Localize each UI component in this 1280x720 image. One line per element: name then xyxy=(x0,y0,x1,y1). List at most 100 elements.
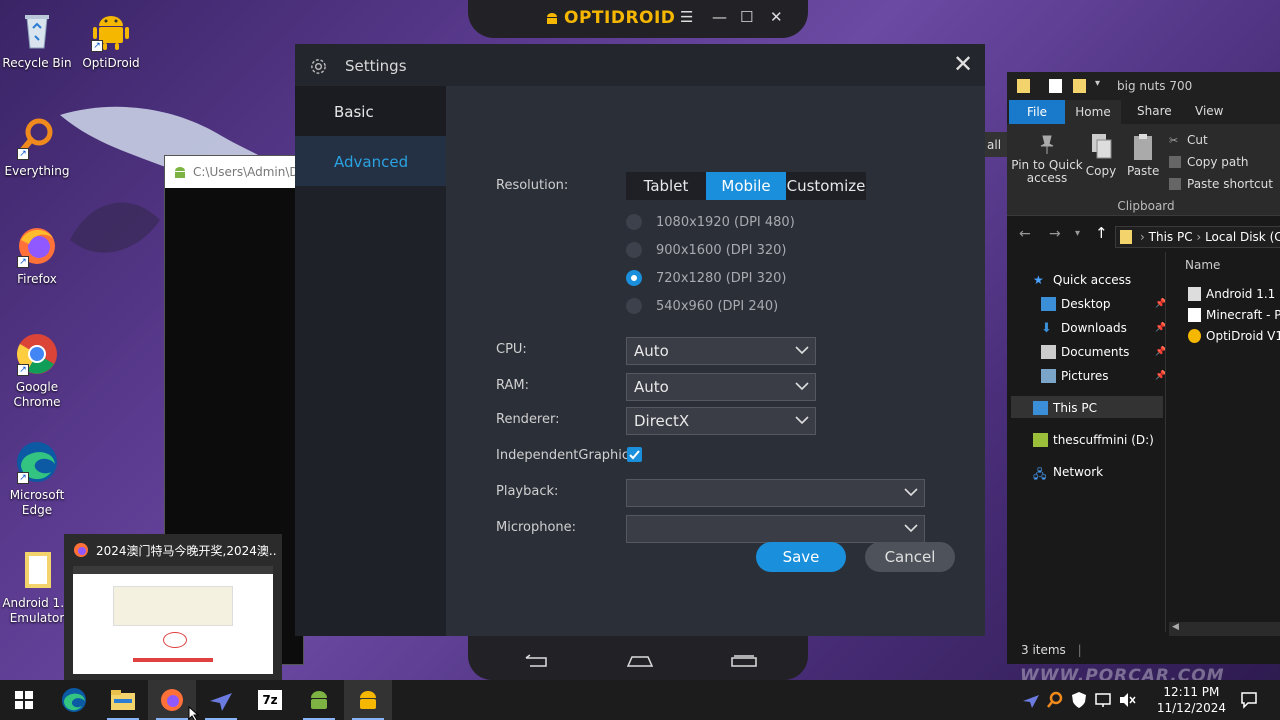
breadcrumb-local-disk[interactable]: Local Disk (C xyxy=(1205,230,1280,244)
forward-arrow-icon[interactable]: → xyxy=(1049,226,1061,242)
taskbar-android-emulator[interactable] xyxy=(295,680,343,720)
back-arrow-icon[interactable]: ← xyxy=(1019,226,1031,242)
maximize-icon[interactable]: ☐ xyxy=(740,8,753,26)
tab-file[interactable]: File xyxy=(1009,100,1065,124)
nav-drive-label: thescuffmini (D:) xyxy=(1053,433,1154,447)
up-arrow-icon[interactable]: ↑ xyxy=(1095,224,1108,242)
resolution-option[interactable]: 900x1600 (DPI 320) xyxy=(626,240,787,260)
taskbar-file-explorer[interactable] xyxy=(99,680,147,720)
home-icon[interactable] xyxy=(626,654,654,668)
file-icon xyxy=(1188,287,1201,301)
nav-pictures[interactable]: Pictures xyxy=(1041,369,1109,383)
properties-icon[interactable] xyxy=(1049,79,1062,93)
radio-button[interactable] xyxy=(626,242,642,258)
background-window-text: all xyxy=(987,138,1002,152)
playback-select[interactable] xyxy=(626,479,925,507)
independent-graphics-checkbox[interactable] xyxy=(627,447,642,462)
ram-select[interactable]: Auto xyxy=(626,373,816,401)
close-icon[interactable]: ✕ xyxy=(770,8,783,26)
quick-access-toolbar-chevron-icon[interactable]: ▾ xyxy=(1095,78,1100,89)
renderer-label: Renderer: xyxy=(496,412,560,427)
scroll-left-icon[interactable]: ◀ xyxy=(1172,622,1179,632)
renderer-select[interactable]: DirectX xyxy=(626,407,816,435)
nav-desktop[interactable]: Desktop xyxy=(1041,297,1111,311)
tab-home[interactable]: Home xyxy=(1065,100,1121,124)
resolution-option[interactable]: 1080x1920 (DPI 480) xyxy=(626,212,795,232)
save-button[interactable]: Save xyxy=(756,542,846,572)
tab-view[interactable]: View xyxy=(1195,104,1223,118)
paste-button[interactable]: Paste xyxy=(1127,132,1159,178)
tab-customize[interactable]: Customize xyxy=(786,172,866,200)
desktop-icon-optidroid[interactable]: ↗ OptiDroid xyxy=(74,8,148,71)
resolution-option-selected[interactable]: 720x1280 (DPI 320) xyxy=(626,268,787,288)
recent-locations-chevron-icon[interactable]: ▾ xyxy=(1075,228,1080,239)
cut-button[interactable]: ✂ Cut xyxy=(1169,133,1208,147)
tab-tablet[interactable]: Tablet xyxy=(626,172,706,200)
network-icon[interactable] xyxy=(1094,691,1112,709)
nav-downloads[interactable]: ⬇ Downloads xyxy=(1041,321,1127,336)
cancel-button[interactable]: Cancel xyxy=(865,542,955,572)
desktop-icon-everything[interactable]: ↗ Everything xyxy=(0,116,74,179)
breadcrumb-this-pc[interactable]: This PC xyxy=(1149,230,1193,244)
plane-tray-icon[interactable] xyxy=(1022,691,1040,709)
horizontal-scrollbar[interactable]: ◀ xyxy=(1169,622,1280,636)
nav-documents[interactable]: Documents xyxy=(1041,345,1129,359)
paste-shortcut-button[interactable]: Paste shortcut xyxy=(1169,177,1273,191)
nav-this-pc[interactable]: This PC xyxy=(1033,401,1097,415)
shortcut-arrow-icon: ↗ xyxy=(17,472,29,484)
nav-drive-d[interactable]: thescuffmini (D:) xyxy=(1033,433,1154,447)
desktop-icon-label: Firefox xyxy=(17,272,57,286)
taskbar-optidroid[interactable] xyxy=(344,680,392,720)
minimize-icon[interactable]: — xyxy=(712,8,727,26)
cpu-select[interactable]: Auto xyxy=(626,337,816,365)
sidebar-item-advanced[interactable]: Advanced xyxy=(295,136,446,186)
shield-icon[interactable] xyxy=(1070,691,1088,709)
new-folder-icon[interactable] xyxy=(1073,79,1086,93)
tab-mobile[interactable]: Mobile xyxy=(706,172,786,200)
taskbar-clock[interactable]: 12:11 PM 11/12/2024 xyxy=(1157,684,1226,716)
column-header-name[interactable]: Name xyxy=(1185,258,1220,272)
file-item[interactable]: OptiDroid V1.2 xyxy=(1188,329,1280,343)
search-tray-icon[interactable] xyxy=(1046,691,1064,709)
renderer-select-value: DirectX xyxy=(634,412,690,430)
file-item[interactable]: Minecraft - Pc xyxy=(1188,308,1280,322)
notification-icon[interactable] xyxy=(1240,691,1258,709)
shortcut-arrow-icon: ↗ xyxy=(91,40,103,52)
close-icon[interactable]: ✕ xyxy=(951,52,975,76)
desktop-icon-android-emulator[interactable]: Android 1.1 Emulator xyxy=(0,548,74,626)
nav-desktop-label: Desktop xyxy=(1061,297,1111,311)
copy-button[interactable]: Copy xyxy=(1085,132,1117,178)
recents-icon[interactable] xyxy=(730,654,758,668)
start-button[interactable] xyxy=(0,680,48,720)
radio-button[interactable] xyxy=(626,298,642,314)
file-item[interactable]: Android 1.1 Er xyxy=(1188,287,1280,301)
desktop-icon-recycle-bin[interactable]: Recycle Bin xyxy=(0,8,74,71)
desktop-icon-chrome[interactable]: ↗ Google Chrome xyxy=(0,332,74,410)
desktop-icon-firefox[interactable]: ↗ Firefox xyxy=(0,224,74,287)
menu-icon[interactable]: ☰ xyxy=(680,8,693,26)
taskbar-edge[interactable] xyxy=(50,680,98,720)
speaker-muted-icon[interactable] xyxy=(1118,691,1136,709)
back-icon[interactable] xyxy=(522,654,550,668)
folder-icon xyxy=(1120,230,1132,244)
radio-button-selected[interactable] xyxy=(626,270,642,286)
taskbar-7zip[interactable]: 7z xyxy=(246,680,294,720)
radio-button[interactable] xyxy=(626,214,642,230)
address-bar[interactable]: › This PC › Local Disk (C xyxy=(1115,226,1280,248)
nav-network[interactable]: 🖧 Network xyxy=(1033,465,1103,481)
nav-quick-access[interactable]: ★ Quick access xyxy=(1033,273,1131,287)
resolution-option-label: 1080x1920 (DPI 480) xyxy=(656,214,795,230)
firefox-icon: ↗ xyxy=(15,224,59,268)
microphone-select[interactable] xyxy=(626,515,925,543)
sidebar-item-basic[interactable]: Basic xyxy=(295,86,446,136)
pin-quick-access-button[interactable]: Pin to Quick access xyxy=(1011,132,1083,185)
resolution-option[interactable]: 540x960 (DPI 240) xyxy=(626,296,778,316)
tab-share[interactable]: Share xyxy=(1137,104,1172,118)
nav-downloads-label: Downloads xyxy=(1061,321,1127,335)
desktop-icon-edge[interactable]: ↗ Microsoft Edge xyxy=(0,440,74,518)
file-icon xyxy=(15,548,59,592)
taskbar-thumbnail-preview[interactable]: 2024澳门特马今晚开奖,2024澳... xyxy=(64,534,282,680)
copy-path-button[interactable]: Copy path xyxy=(1169,155,1249,169)
edge-icon xyxy=(62,688,86,712)
taskbar-plane-app[interactable] xyxy=(197,680,245,720)
